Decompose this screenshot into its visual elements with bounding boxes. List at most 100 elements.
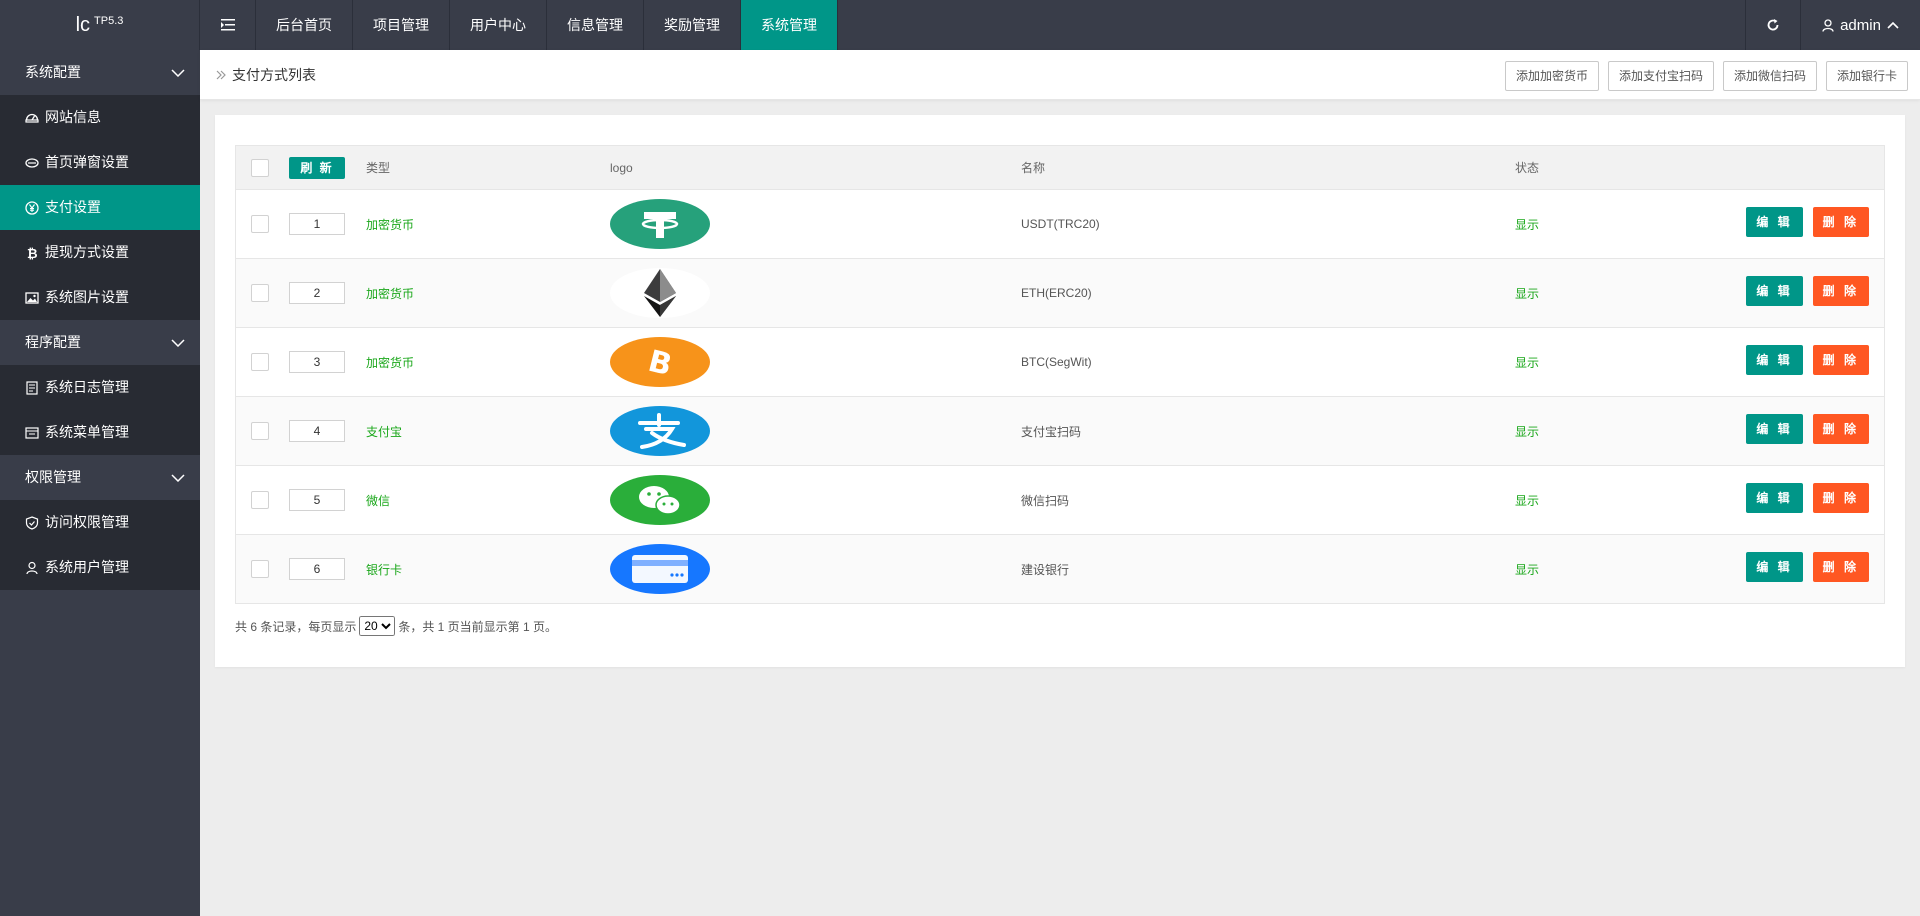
select-all-checkbox[interactable] — [251, 159, 269, 177]
pager-suffix: 条，共 1 页当前显示第 1 页。 — [398, 619, 558, 634]
delete-button[interactable]: 删 除 — [1812, 414, 1869, 444]
menu-toggle-icon[interactable] — [200, 0, 256, 50]
header-state: 状态 — [1515, 161, 1540, 175]
sidebar-item[interactable]: 首页弹窗设置 — [0, 140, 200, 185]
add-button[interactable]: 添加加密货币 — [1504, 61, 1599, 91]
sort-input[interactable]: 6 — [289, 558, 345, 580]
sidebar-item[interactable]: 系统日志管理 — [0, 365, 200, 410]
sidebar-item[interactable]: 访问权限管理 — [0, 500, 200, 545]
alipay-logo — [610, 397, 710, 465]
user-icon — [1822, 18, 1834, 32]
sort-input[interactable]: 3 — [289, 351, 345, 373]
add-button[interactable]: 添加支付宝扫码 — [1607, 61, 1714, 91]
row-actions: 编 辑删 除 — [1746, 552, 1869, 582]
yen-icon — [25, 200, 39, 215]
dashboard-icon — [25, 111, 39, 125]
chevron-down-icon — [171, 455, 185, 500]
bitcoin-logo: B — [610, 328, 710, 396]
topnav-item[interactable]: 用户中心 — [450, 0, 547, 50]
user-menu[interactable]: admin — [1801, 0, 1920, 50]
topnav-item[interactable]: 后台首页 — [256, 0, 353, 50]
sidebar-item-label: 网站信息 — [45, 109, 101, 125]
breadcrumb-current: 支付方式列表 — [232, 67, 316, 83]
table-row: 4 支付宝 支付宝扫码 显示 编 辑删 除 — [236, 396, 1884, 465]
bankcard-logo — [610, 535, 710, 603]
row-checkbox[interactable] — [251, 422, 269, 440]
row-name: 支付宝扫码 — [1021, 424, 1082, 439]
sort-input[interactable]: 1 — [289, 213, 345, 235]
table-row: 2 加密货币 ETH(ERC20) 显示 编 辑删 除 — [236, 258, 1884, 327]
bitcoin-icon: ₿ — [25, 246, 39, 260]
top-nav: 后台首页 项目管理 用户中心 信息管理 奖励管理 系统管理 — [256, 0, 838, 50]
brand-logo[interactable]: lc TP5.3 — [0, 0, 200, 50]
row-checkbox[interactable] — [251, 284, 269, 302]
sidebar-item-label: 访问权限管理 — [45, 514, 129, 530]
sidebar-item[interactable]: 系统菜单管理 — [0, 410, 200, 455]
sidebar-group-label: 权限管理 — [25, 469, 81, 485]
row-state: 显示 — [1515, 355, 1540, 370]
delete-button[interactable]: 删 除 — [1812, 345, 1869, 375]
sidebar-group[interactable]: 系统配置 — [0, 50, 200, 95]
header-actions: 添加加密货币 添加支付宝扫码 添加微信扫码 添加银行卡 — [1504, 61, 1908, 91]
row-name: BTC(SegWit) — [1021, 355, 1092, 369]
row-type: 支付宝 — [366, 424, 403, 439]
sidebar-item[interactable]: 支付设置 — [0, 185, 200, 230]
delete-button[interactable]: 删 除 — [1812, 207, 1869, 237]
table-row: 3 加密货币 B BTC(SegWit) 显示 编 辑删 除 — [236, 327, 1884, 396]
sidebar-item[interactable]: 系统用户管理 — [0, 545, 200, 590]
delete-button[interactable]: 删 除 — [1812, 552, 1869, 582]
delete-button[interactable]: 删 除 — [1812, 276, 1869, 306]
edit-button[interactable]: 编 辑 — [1746, 276, 1803, 306]
sidebar-item[interactable]: 网站信息 — [0, 95, 200, 140]
topnav-item[interactable]: 系统管理 — [741, 0, 838, 50]
payment-table: 刷 新 类型 logo 名称 状态 1 加密货币 USDT(TRC20) 显示编 辑删… — [235, 145, 1885, 604]
header-name: 名称 — [1021, 161, 1046, 175]
row-actions: 编 辑删 除 — [1746, 345, 1869, 375]
sidebar-group[interactable]: 程序配置 — [0, 320, 200, 365]
row-type: 加密货币 — [366, 355, 415, 370]
row-state: 显示 — [1515, 562, 1540, 577]
refresh-icon[interactable] — [1745, 0, 1801, 50]
row-checkbox[interactable] — [251, 215, 269, 233]
sort-input[interactable]: 4 — [289, 420, 345, 442]
content-card: 刷 新 类型 logo 名称 状态 1 加密货币 USDT(TRC20) 显示编 辑删… — [215, 115, 1905, 667]
row-state: 显示 — [1515, 217, 1540, 232]
menu-icon — [25, 426, 39, 440]
add-button[interactable]: 添加银行卡 — [1825, 61, 1908, 91]
brand-version: TP5.3 — [94, 15, 124, 27]
sidebar-item-label: 系统用户管理 — [45, 559, 129, 575]
sidebar-item[interactable]: 系统图片设置 — [0, 275, 200, 320]
chevron-up-icon — [1887, 21, 1899, 29]
delete-button[interactable]: 删 除 — [1812, 483, 1869, 513]
topnav-item[interactable]: 信息管理 — [547, 0, 644, 50]
image-icon — [25, 291, 39, 305]
sort-input[interactable]: 2 — [289, 282, 345, 304]
refresh-button[interactable]: 刷 新 — [289, 157, 345, 179]
log-icon — [25, 380, 39, 395]
row-checkbox[interactable] — [251, 560, 269, 578]
edit-button[interactable]: 编 辑 — [1746, 207, 1803, 237]
edit-button[interactable]: 编 辑 — [1746, 552, 1803, 582]
edit-button[interactable]: 编 辑 — [1746, 414, 1803, 444]
page-size-select[interactable]: 20 — [359, 616, 396, 636]
breadcrumb: 支付方式列表 — [216, 50, 316, 100]
table-row: 5 微信 微信扫码 显示 编 辑删 除 — [236, 465, 1884, 534]
edit-button[interactable]: 编 辑 — [1746, 483, 1803, 513]
edit-button[interactable]: 编 辑 — [1746, 345, 1803, 375]
sidebar-item[interactable]: ₿ 提现方式设置 — [0, 230, 200, 275]
row-state: 显示 — [1515, 424, 1540, 439]
add-button[interactable]: 添加微信扫码 — [1722, 61, 1817, 91]
svg-text:B: B — [645, 345, 676, 379]
header-type: 类型 — [366, 161, 391, 175]
sort-input[interactable]: 5 — [289, 489, 345, 511]
pagination: 共 6 条记录，每页显示 20 条，共 1 页当前显示第 1 页。 — [235, 616, 557, 636]
sidebar-group[interactable]: 权限管理 — [0, 455, 200, 500]
row-checkbox[interactable] — [251, 491, 269, 509]
brand-name: lc — [75, 13, 91, 36]
topnav-item[interactable]: 项目管理 — [353, 0, 450, 50]
chevron-down-icon — [171, 320, 185, 365]
sidebar-group-label: 系统配置 — [25, 64, 81, 80]
row-checkbox[interactable] — [251, 353, 269, 371]
table-header: 刷 新 类型 logo 名称 状态 — [236, 146, 1884, 189]
topnav-item[interactable]: 奖励管理 — [644, 0, 741, 50]
